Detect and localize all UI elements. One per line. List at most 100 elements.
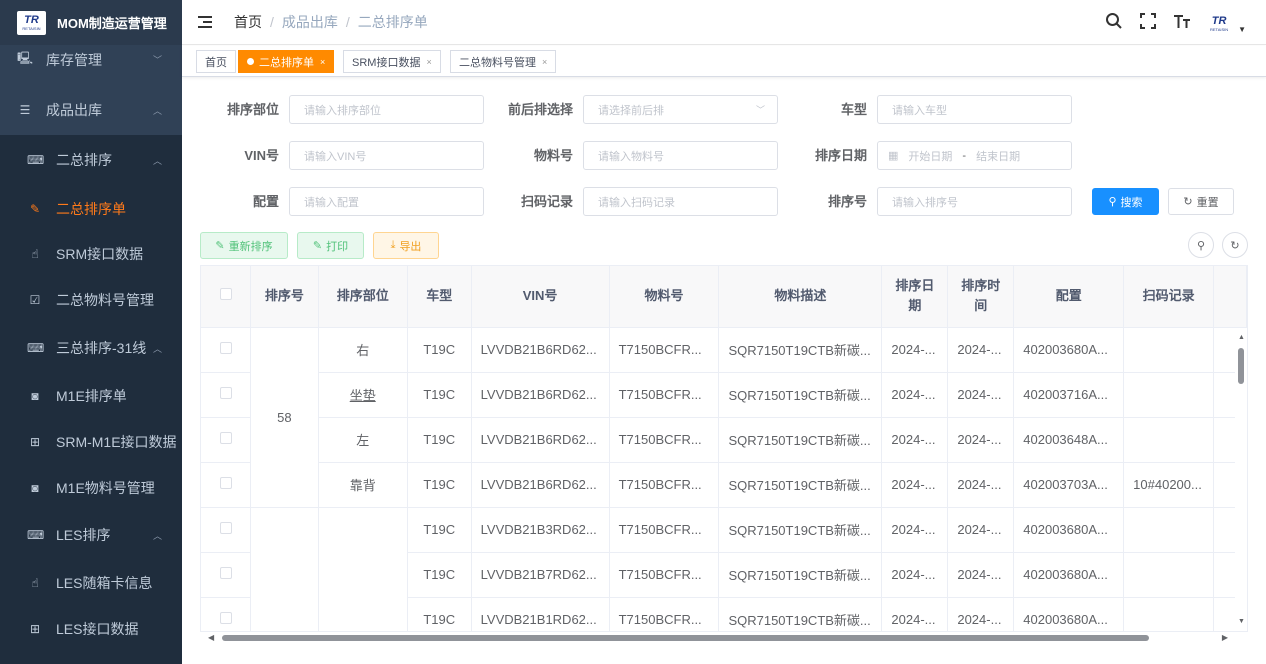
refresh-icon[interactable]: ↻ <box>1222 232 1248 258</box>
close-icon[interactable]: × <box>542 57 547 67</box>
list-icon: ☰ <box>19 103 31 117</box>
date-range-picker[interactable]: ▦ 开始日期 - 结束日期 <box>877 141 1072 170</box>
breadcrumb-home[interactable]: 首页 <box>234 12 262 32</box>
scroll-thumb[interactable] <box>1238 348 1244 384</box>
cell-desc: SQR7150T19CTB新碳... <box>718 552 883 598</box>
sidebar-item-srm-data[interactable]: ☝ SRM接口数据 <box>0 231 182 277</box>
vin-input[interactable]: 请输入VIN号 <box>289 141 484 170</box>
toggle-search-icon[interactable]: ⚲ <box>1188 232 1214 258</box>
sidebar-item-m1e-material[interactable]: ◙ M1E物料号管理 <box>0 465 182 511</box>
scroll-thumb[interactable] <box>222 635 1149 641</box>
sidebar-item-les-sort[interactable]: ⌨ LES排序 ︿ <box>0 512 182 558</box>
material-label: 物料号 <box>533 148 573 163</box>
breadcrumb-finished-goods[interactable]: 成品出库 <box>282 12 338 32</box>
table-row[interactable]: 58 右 T19C LVVDB21B6RD62... T7150BCFR... SQR71… <box>201 327 1247 508</box>
col-time[interactable]: 排序时间 <box>947 266 1015 328</box>
cell-seq: 58 <box>250 327 319 508</box>
sidebar-item-m1e-order[interactable]: ◙ M1E排序单 <box>0 373 182 419</box>
search-icon[interactable] <box>1104 12 1124 35</box>
col-material[interactable]: 物料号 <box>609 266 720 328</box>
table-row[interactable]: T19C LVVDB21B3RD62... T7150BCFR... SQR7150T… <box>201 507 1247 631</box>
company-logo: TR RETAISIN <box>17 10 46 35</box>
active-dot-icon <box>247 58 254 65</box>
table-row[interactable]: 左 T19C LVVDB21B6RD62... T7150BCFR... SQR7150… <box>201 417 1247 463</box>
cell-config: 402003680A... <box>1013 327 1125 373</box>
row-checkbox[interactable] <box>201 552 252 598</box>
scroll-right-icon[interactable]: ▶ <box>1222 633 1228 642</box>
table-row[interactable]: 坐垫 T19C LVVDB21B6RD62... T7150BCFR... SQR715… <box>201 372 1247 418</box>
select-all-checkbox[interactable] <box>201 266 252 328</box>
row-checkbox[interactable] <box>201 417 252 463</box>
col-seq[interactable]: 排序号 <box>250 266 319 328</box>
caret-down-icon[interactable]: ▼ <box>1238 25 1246 34</box>
print-button[interactable]: ✎ 打印 <box>297 232 364 259</box>
fullscreen-icon[interactable] <box>1138 12 1158 35</box>
cell-vin: LVVDB21B6RD62... <box>471 372 610 418</box>
close-icon[interactable]: × <box>320 57 325 67</box>
row-checkbox[interactable] <box>201 327 252 373</box>
sidebar-item-material-mgmt[interactable]: ☑ 二总物料号管理 <box>0 277 182 323</box>
row-checkbox[interactable] <box>201 597 252 631</box>
dept-input[interactable]: 请输入排序部位 <box>289 95 484 124</box>
table-row[interactable]: 靠背 T19C LVVDB21B6RD62... T7150BCFR... SQR715… <box>201 462 1247 508</box>
cell-material: T7150BCFR... <box>609 327 720 373</box>
sidebar-item-sort2-order[interactable]: ✎ 二总排序单 <box>0 186 182 232</box>
col-config[interactable]: 配置 <box>1013 266 1125 328</box>
sidebar-item-les-card[interactable]: ☝ LES随箱卡信息 <box>0 560 182 606</box>
monitor-icon: 🖳 <box>17 51 34 65</box>
tab-sort2-order[interactable]: 二总排序单 × <box>238 50 335 73</box>
avatar[interactable]: TR RETAISIN <box>1206 14 1232 34</box>
sidebar-item-label: LES排序 <box>56 527 111 543</box>
cell-scan <box>1123 552 1215 598</box>
close-icon[interactable]: × <box>426 57 431 67</box>
vin-label: VIN号 <box>244 148 279 163</box>
scroll-left-icon[interactable]: ◀ <box>208 633 214 642</box>
resort-button[interactable]: ✎ 重新排序 <box>200 232 288 259</box>
col-desc[interactable]: 物料描述 <box>718 266 883 328</box>
menu-toggle-icon[interactable] <box>198 16 212 28</box>
scan-input[interactable]: 请输入扫码记录 <box>583 187 778 216</box>
cell-car: T19C <box>407 372 472 418</box>
table-header-row: 排序号 排序部位 车型 VIN号 物料号 物料描述 排序日期 排序时间 配置 扫… <box>201 266 1247 328</box>
row-checkbox[interactable] <box>201 507 252 553</box>
breadcrumb: 首页 / 成品出库 / 二总排序单 <box>234 12 428 32</box>
col-date[interactable]: 排序日期 <box>881 266 949 328</box>
tab-material-mgmt[interactable]: 二总物料号管理 × <box>450 50 557 73</box>
row-checkbox[interactable] <box>201 372 252 418</box>
sidebar-item-finished-goods[interactable]: ☰ 成品出库 ︿ <box>0 84 182 136</box>
cell-date: 2024-... <box>881 327 949 373</box>
sidebar-item-sort3-line31[interactable]: ⌨ 三总排序-31线 ︿ <box>0 325 182 371</box>
scroll-up-icon[interactable]: ▲ <box>1238 334 1245 341</box>
vertical-scrollbar[interactable]: ▲ ▼ <box>1235 328 1247 631</box>
material-input[interactable]: 请输入物料号 <box>583 141 778 170</box>
cell-date: 2024-... <box>881 552 949 598</box>
sidebar-item-les-data[interactable]: ⊞ LES接口数据 <box>0 606 182 652</box>
seq-input[interactable]: 请输入排序号 <box>877 187 1072 216</box>
cell-material: T7150BCFR... <box>609 552 720 598</box>
sidebar-item-inventory[interactable]: 🖳 库存管理 ﹀ <box>0 45 182 74</box>
cell-time: 2024-... <box>947 417 1015 463</box>
font-size-icon[interactable] <box>1172 12 1192 35</box>
front-rear-select[interactable]: 请选择前后排 ﹀ <box>583 95 778 124</box>
col-vin[interactable]: VIN号 <box>471 266 610 328</box>
col-car[interactable]: 车型 <box>407 266 472 328</box>
cell-desc: SQR7150T19CTB新碳... <box>718 462 883 508</box>
sidebar-item-srm-m1e-data[interactable]: ⊞ SRM-M1E接口数据 <box>0 419 182 465</box>
cell-time: 2024-... <box>947 327 1015 373</box>
col-dept[interactable]: 排序部位 <box>318 266 408 328</box>
search-button[interactable]: ⚲ 搜索 <box>1092 188 1159 215</box>
col-scan[interactable]: 扫码记录 <box>1123 266 1215 328</box>
cell-config: 402003716A... <box>1013 372 1125 418</box>
row-checkbox[interactable] <box>201 462 252 508</box>
tab-home[interactable]: 首页 <box>196 50 236 73</box>
config-input[interactable]: 请输入配置 <box>289 187 484 216</box>
tab-srm-data[interactable]: SRM接口数据 × <box>343 50 441 73</box>
horizontal-scrollbar[interactable]: ◀ ▶ <box>200 632 1248 644</box>
car-model-input[interactable]: 请输入车型 <box>877 95 1072 124</box>
sidebar-item-sort2[interactable]: ⌨ 二总排序 ︿ <box>0 137 182 183</box>
cell-material: T7150BCFR... <box>609 597 720 631</box>
reset-button[interactable]: ↻ 重置 <box>1168 188 1234 215</box>
scroll-down-icon[interactable]: ▼ <box>1238 618 1245 625</box>
export-button[interactable]: ⤓ 导出 <box>373 232 439 259</box>
cell-desc: SQR7150T19CTB新碳... <box>718 597 883 631</box>
